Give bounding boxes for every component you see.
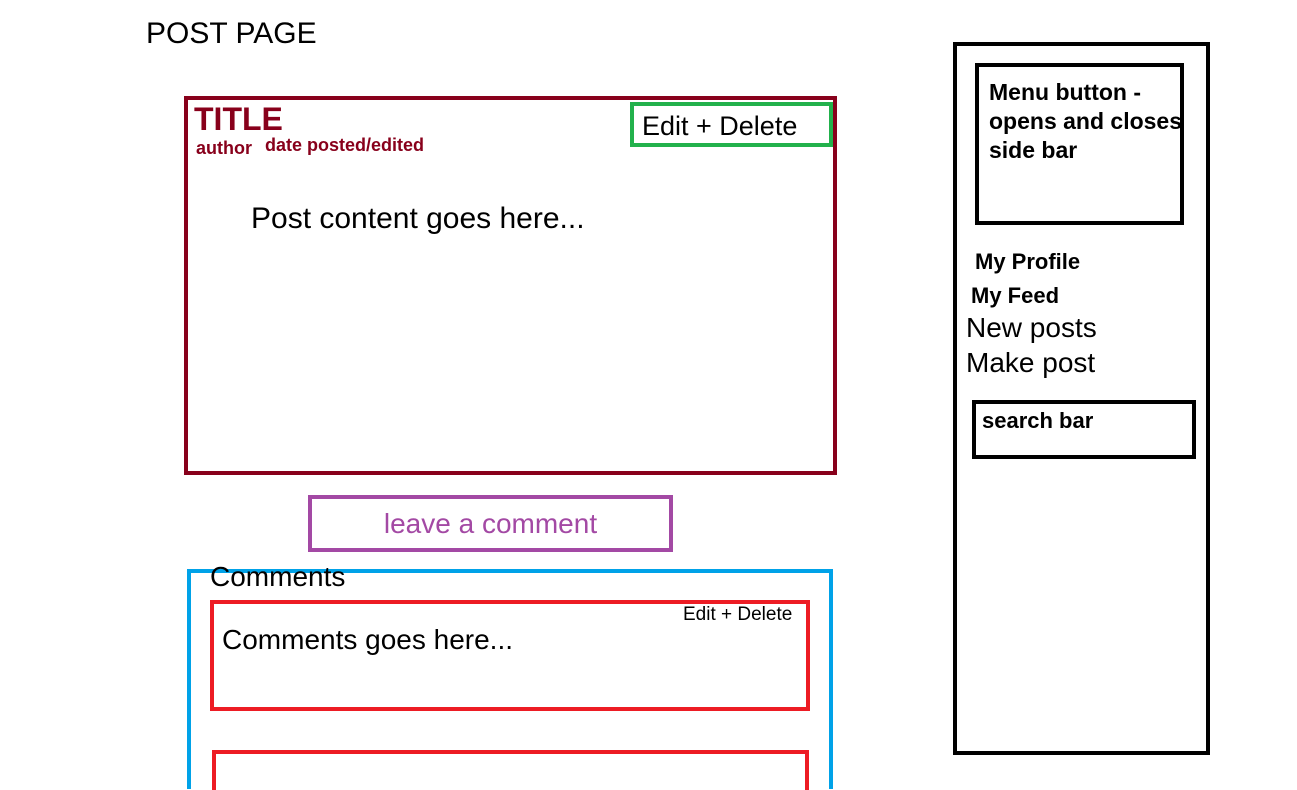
search-input[interactable]: search bar <box>972 400 1196 459</box>
comments-heading: Comments <box>210 561 346 592</box>
post-content: Post content goes here... <box>251 202 585 235</box>
post-author[interactable]: author <box>196 138 252 159</box>
post-date: date posted/edited <box>265 135 425 155</box>
post-edit-delete-button[interactable]: Edit + Delete <box>630 102 833 147</box>
leave-comment-button[interactable]: leave a comment <box>308 495 673 552</box>
post-title: TITLE <box>194 101 283 137</box>
sidebar-item-my-profile[interactable]: My Profile <box>975 249 1080 275</box>
menu-button-label: Menu button - opens and closes side bar <box>989 79 1183 163</box>
sidebar-item-make-post[interactable]: Make post <box>966 347 1095 379</box>
sidebar-item-my-feed[interactable]: My Feed <box>971 283 1059 309</box>
page-title: POST PAGE <box>146 17 317 50</box>
comment-text: Comments goes here... <box>222 624 514 655</box>
comment-card <box>212 750 809 790</box>
sidebar-item-new-posts[interactable]: New posts <box>966 312 1097 344</box>
comment-edit-delete-button[interactable]: Edit + Delete <box>683 604 792 626</box>
